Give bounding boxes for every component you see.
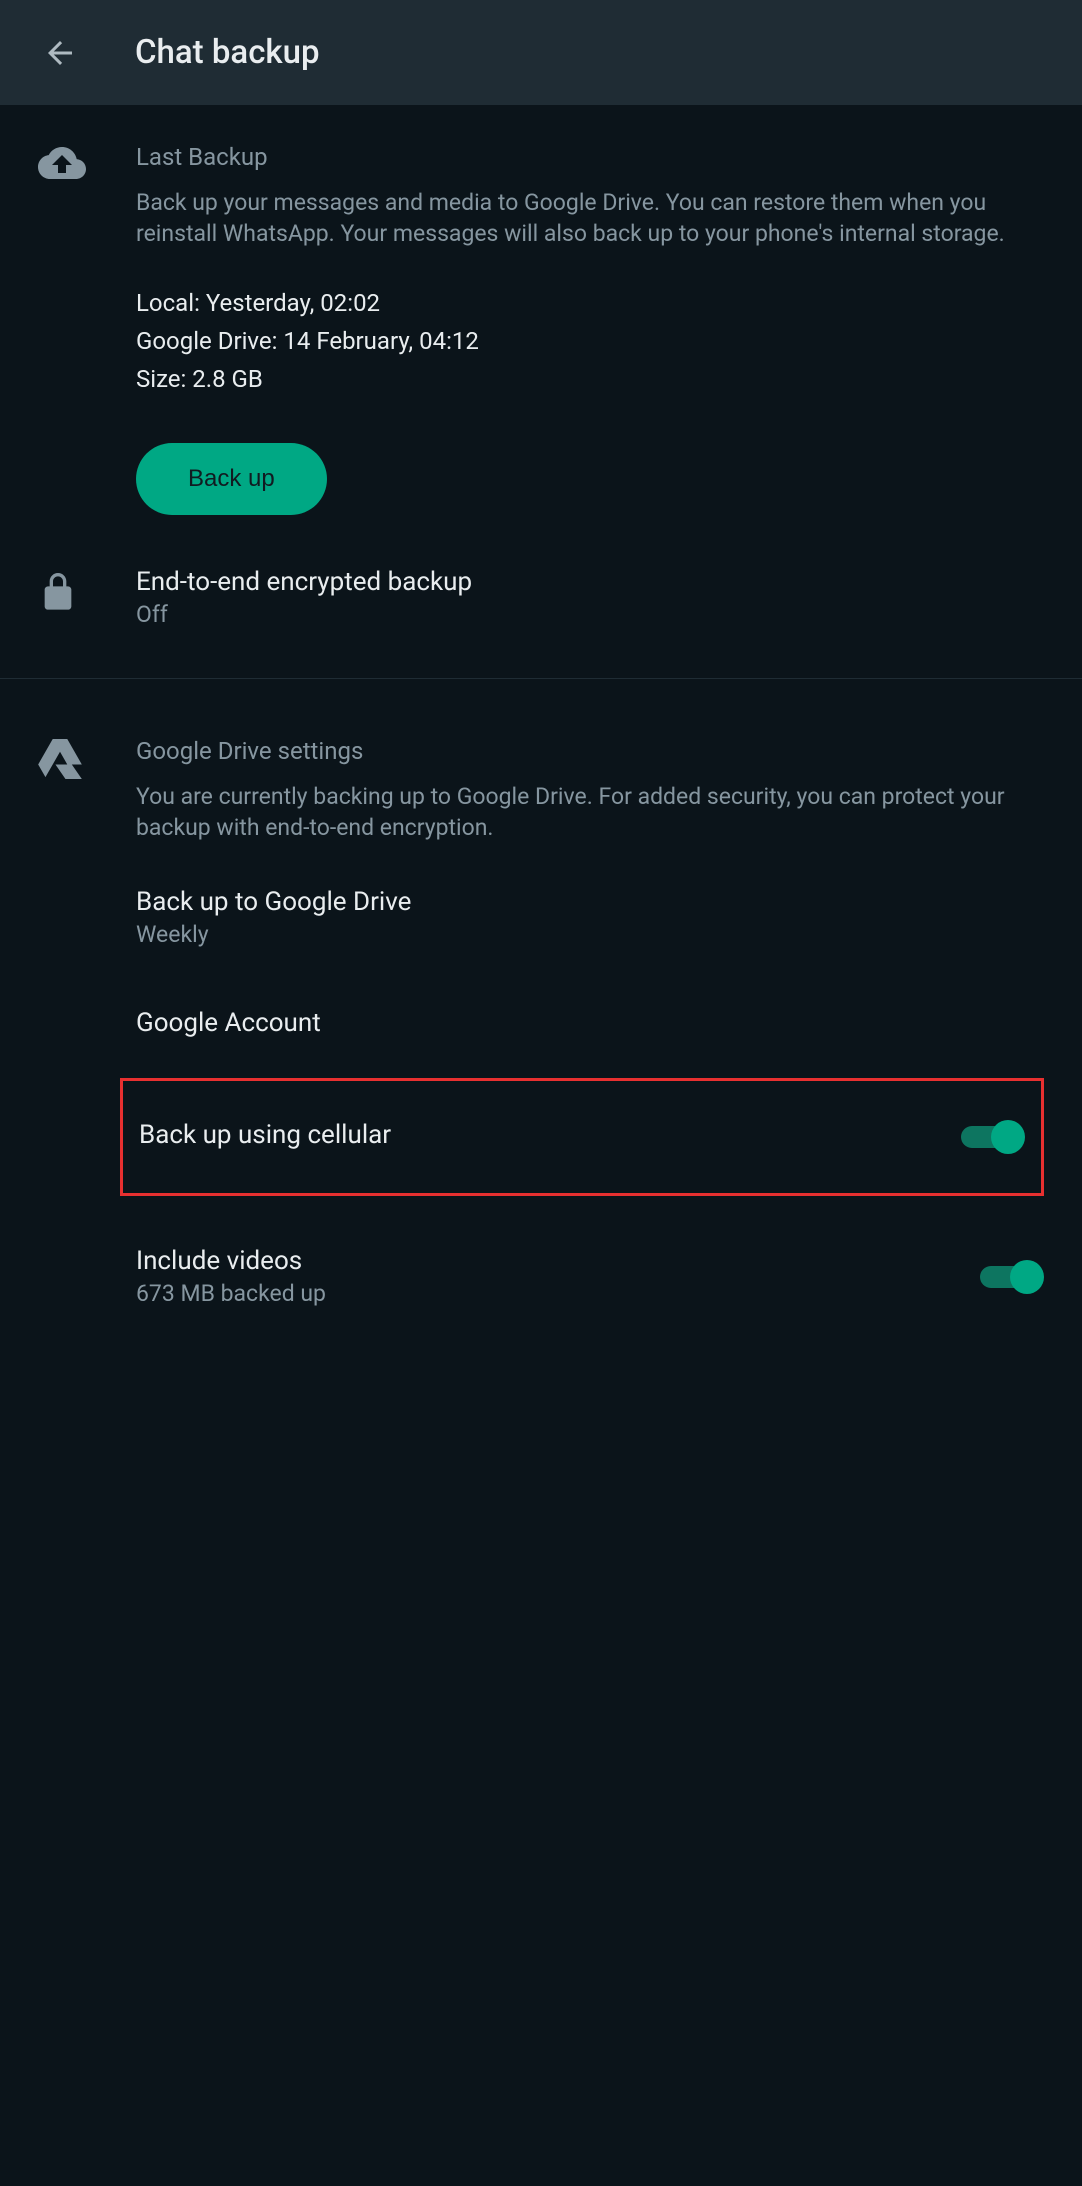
page-title: Chat backup xyxy=(135,33,320,72)
include-videos-subtitle: 673 MB backed up xyxy=(136,1280,980,1307)
include-videos-toggle[interactable] xyxy=(980,1259,1044,1295)
header: Chat backup xyxy=(0,0,1082,105)
google-drive-icon xyxy=(38,737,86,843)
encrypted-backup-status: Off xyxy=(136,601,1044,628)
backup-size-info: Size: 2.8 GB xyxy=(136,365,1044,393)
google-account-title: Google Account xyxy=(136,1008,1044,1038)
backup-frequency-text: Back up to Google Drive Weekly xyxy=(136,887,1044,948)
google-drive-section: Google Drive settings You are currently … xyxy=(0,699,1082,863)
arrow-left-icon xyxy=(42,35,78,71)
include-videos-title: Include videos xyxy=(136,1246,980,1276)
lock-icon xyxy=(38,567,86,628)
content: Last Backup Back up your messages and me… xyxy=(0,105,1082,1331)
cloud-upload-icon xyxy=(38,143,86,515)
cellular-backup-text: Back up using cellular xyxy=(139,1120,961,1154)
include-videos-row[interactable]: Include videos 673 MB backed up xyxy=(0,1196,1082,1331)
google-drive-backup-info: Google Drive: 14 February, 04:12 xyxy=(136,327,1044,355)
last-backup-body: Last Backup Back up your messages and me… xyxy=(136,143,1044,515)
last-backup-title: Last Backup xyxy=(136,143,1044,171)
google-account-row[interactable]: Google Account xyxy=(0,972,1082,1078)
google-drive-settings-description: You are currently backing up to Google D… xyxy=(136,781,1044,843)
backup-button[interactable]: Back up xyxy=(136,443,327,515)
backup-frequency-value: Weekly xyxy=(136,921,1044,948)
last-backup-section: Last Backup Back up your messages and me… xyxy=(0,105,1082,553)
encrypted-backup-row[interactable]: End-to-end encrypted backup Off xyxy=(0,553,1082,658)
encrypted-backup-title: End-to-end encrypted backup xyxy=(136,567,1044,597)
cellular-backup-title: Back up using cellular xyxy=(139,1120,961,1150)
backup-frequency-row[interactable]: Back up to Google Drive Weekly xyxy=(0,863,1082,972)
toggle-thumb xyxy=(1010,1260,1044,1294)
last-backup-description: Back up your messages and media to Googl… xyxy=(136,187,1044,249)
local-backup-info: Local: Yesterday, 02:02 xyxy=(136,289,1044,317)
include-videos-text: Include videos 673 MB backed up xyxy=(136,1246,980,1307)
encrypted-backup-text: End-to-end encrypted backup Off xyxy=(136,567,1044,628)
toggle-thumb xyxy=(991,1120,1025,1154)
back-button[interactable] xyxy=(40,33,80,73)
google-drive-settings-title: Google Drive settings xyxy=(136,737,1044,765)
google-drive-body: Google Drive settings You are currently … xyxy=(136,737,1044,843)
google-account-text: Google Account xyxy=(136,1008,1044,1042)
divider xyxy=(0,678,1082,679)
cellular-backup-row[interactable]: Back up using cellular xyxy=(120,1078,1044,1196)
cellular-toggle[interactable] xyxy=(961,1119,1025,1155)
backup-frequency-title: Back up to Google Drive xyxy=(136,887,1044,917)
